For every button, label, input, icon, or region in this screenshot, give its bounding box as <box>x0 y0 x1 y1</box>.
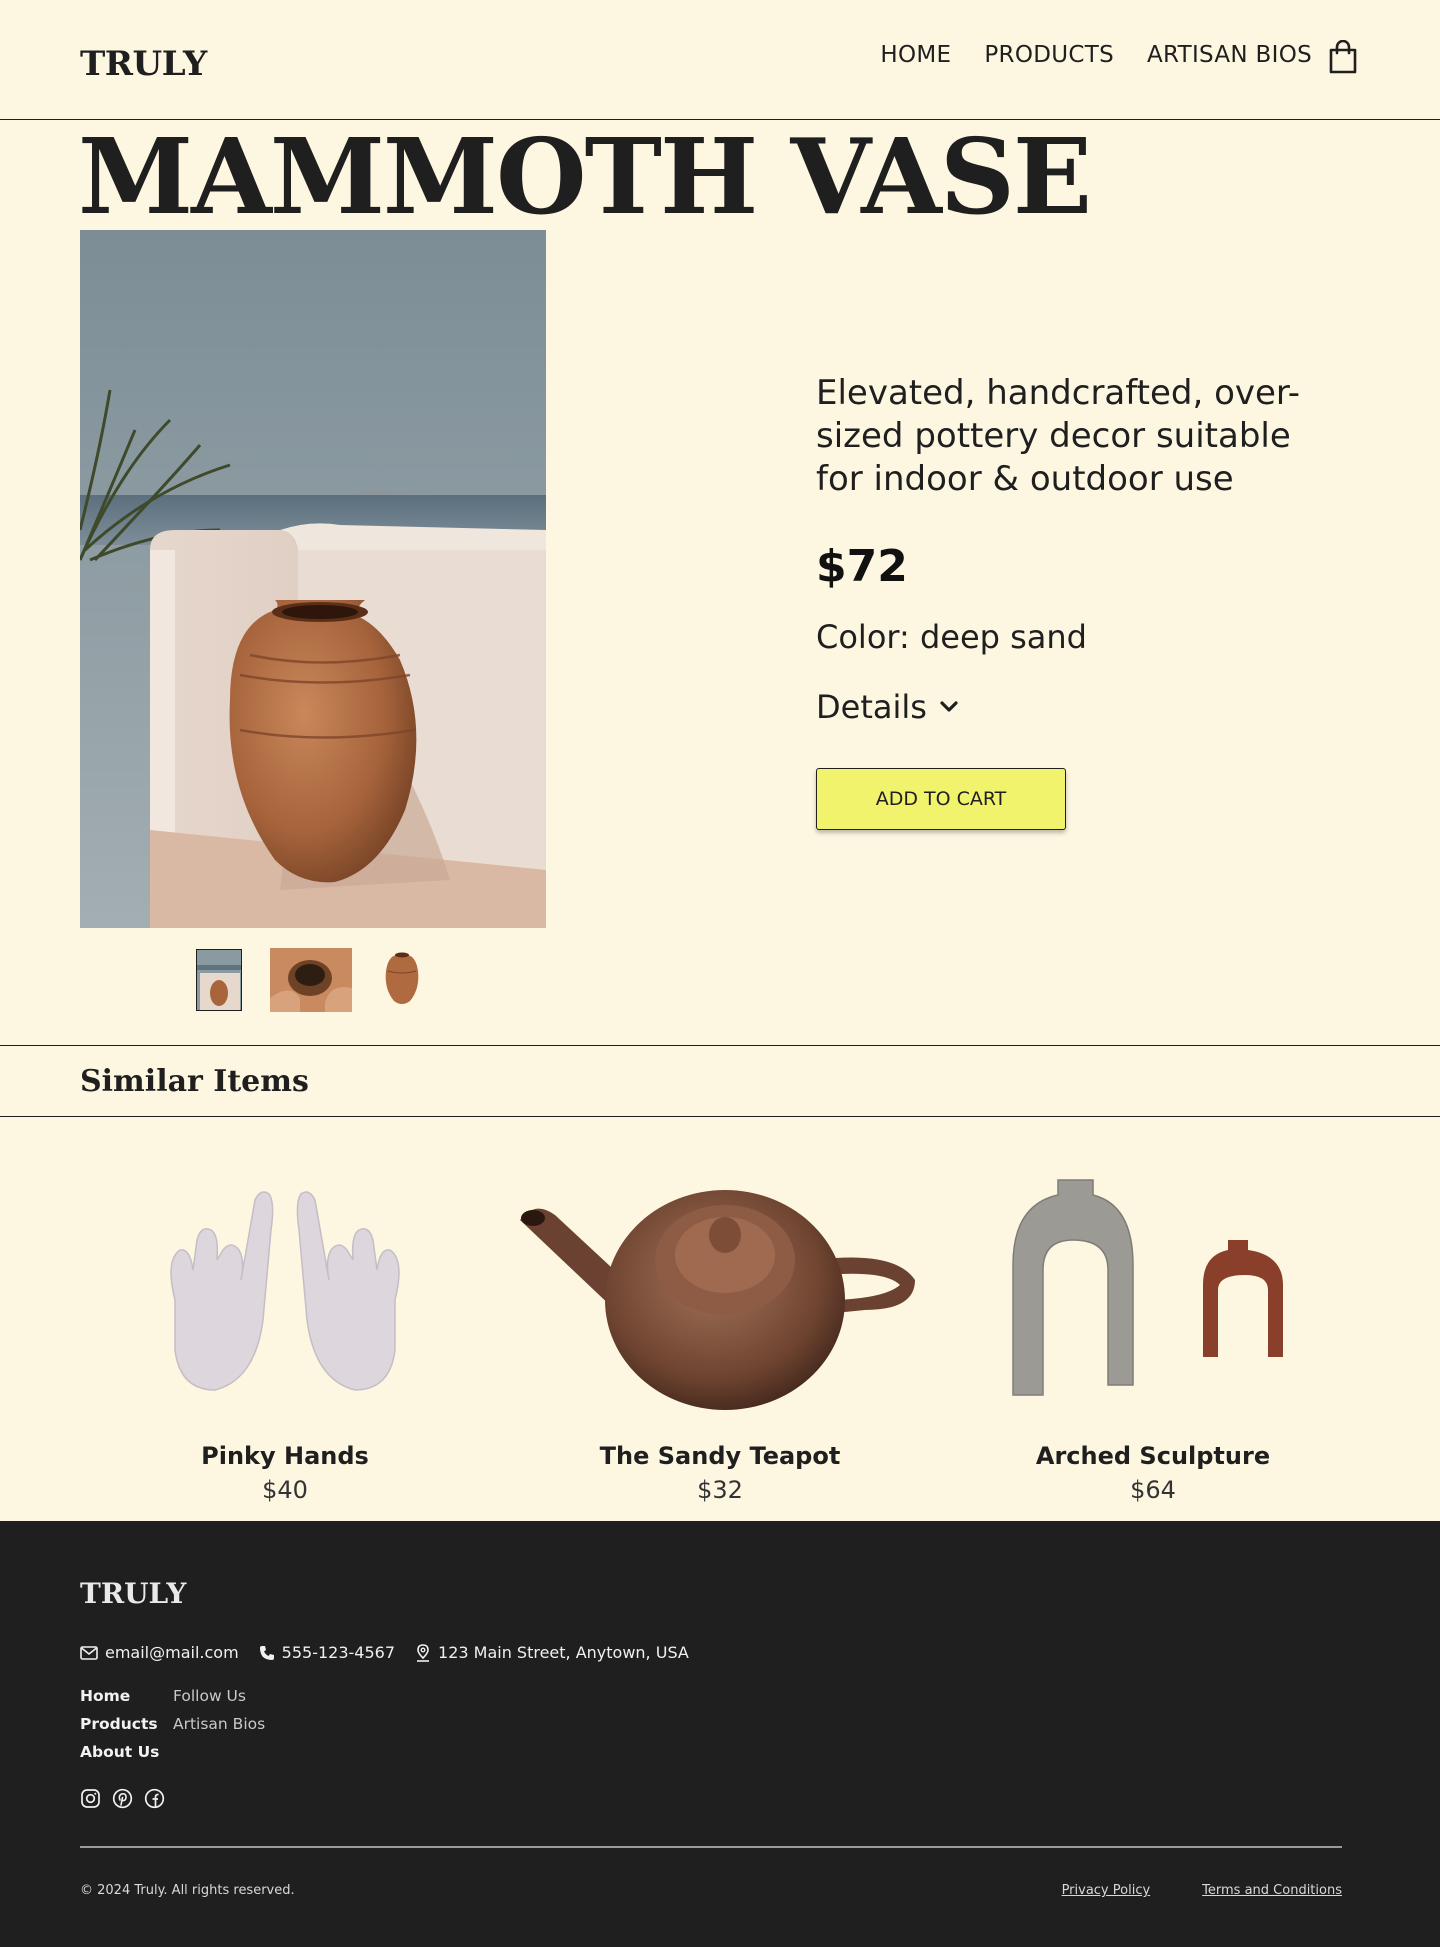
footer-link-about-us[interactable]: About Us <box>80 1743 173 1761</box>
email-text: email@mail.com <box>105 1643 239 1662</box>
nav-home[interactable]: HOME <box>880 42 951 68</box>
product-color: Color: deep sand <box>816 618 1087 656</box>
footer-logo[interactable]: TRULY <box>80 1577 186 1610</box>
similar-item-sandy-teapot[interactable]: The Sandy Teapot $32 <box>510 1160 930 1504</box>
thumbnail-vase-isolated[interactable] <box>380 949 424 1011</box>
pinterest-icon[interactable] <box>112 1788 133 1809</box>
thumbnail-strip <box>196 948 424 1012</box>
footer-link-artisan-bios[interactable]: Artisan Bios <box>173 1715 265 1733</box>
product-title: MAMMOTH VASE <box>78 115 1092 238</box>
address-text: 123 Main Street, Anytown, USA <box>438 1643 689 1662</box>
item-price: $40 <box>262 1476 308 1504</box>
instagram-icon[interactable] <box>80 1788 101 1809</box>
footer-links: Home Follow Us Products Artisan Bios Abo… <box>80 1687 265 1761</box>
item-name[interactable]: Pinky Hands <box>75 1442 495 1470</box>
similar-item-pinky-hands[interactable]: Pinky Hands $40 <box>75 1160 495 1504</box>
footer-link-products[interactable]: Products <box>80 1715 173 1733</box>
add-to-cart-button[interactable]: ADD TO CART <box>816 768 1066 830</box>
phone-icon <box>259 1645 274 1660</box>
pinky-hands-image <box>75 1160 495 1420</box>
footer-divider <box>80 1846 1342 1848</box>
facebook-icon[interactable] <box>144 1788 165 1809</box>
site-header: TRULY HOME PRODUCTS ARTISAN BIOS <box>0 0 1440 120</box>
main-nav: HOME PRODUCTS ARTISAN BIOS <box>880 42 1312 68</box>
product-price: $72 <box>816 541 908 592</box>
contact-phone[interactable]: 555-123-4567 <box>259 1643 395 1662</box>
item-price: $64 <box>1130 1476 1176 1504</box>
contact-email[interactable]: email@mail.com <box>80 1643 239 1662</box>
details-label: Details <box>816 688 927 726</box>
phone-text: 555-123-4567 <box>281 1643 396 1662</box>
product-info: Elevated, handcrafted, over-sized potter… <box>816 372 1316 830</box>
sandy-teapot-image <box>510 1160 930 1420</box>
item-price: $32 <box>697 1476 743 1504</box>
shopping-bag-icon[interactable] <box>1328 40 1358 74</box>
thumbnail-vase-corner[interactable] <box>196 949 242 1011</box>
chevron-down-icon <box>940 701 958 712</box>
thumbnail-artisan-hands[interactable] <box>270 948 352 1012</box>
nav-artisan-bios[interactable]: ARTISAN BIOS <box>1147 42 1312 68</box>
brand-logo[interactable]: TRULY <box>80 44 207 84</box>
footer-contacts: email@mail.com 555-123-4567 123 Main Str… <box>80 1643 689 1662</box>
similar-item-arched-sculpture[interactable]: Arched Sculpture $64 <box>943 1160 1363 1504</box>
copyright-text: © 2024 Truly. All rights reserved. <box>80 1883 295 1898</box>
product-tagline: Elevated, handcrafted, over-sized potter… <box>816 373 1301 499</box>
legal-links: Privacy Policy Terms and Conditions <box>1062 1883 1342 1898</box>
contact-address[interactable]: 123 Main Street, Anytown, USA <box>415 1643 689 1662</box>
product-main-image <box>80 230 546 928</box>
item-name[interactable]: Arched Sculpture <box>943 1442 1363 1470</box>
social-links <box>80 1788 165 1809</box>
mail-icon <box>80 1645 98 1660</box>
details-toggle[interactable]: Details <box>816 688 1316 726</box>
footer-link-follow-us[interactable]: Follow Us <box>173 1687 265 1705</box>
similar-items-title: Similar Items <box>80 1064 309 1099</box>
site-footer: TRULY email@mail.com 555-123-4567 123 Ma… <box>0 1521 1440 1947</box>
location-pin-icon <box>417 1643 430 1662</box>
nav-products[interactable]: PRODUCTS <box>984 42 1114 68</box>
similar-items-header: Similar Items <box>0 1045 1440 1117</box>
arched-sculpture-image <box>943 1160 1363 1420</box>
terms-link[interactable]: Terms and Conditions <box>1202 1883 1342 1898</box>
footer-link-home[interactable]: Home <box>80 1687 173 1705</box>
item-name[interactable]: The Sandy Teapot <box>510 1442 930 1470</box>
privacy-policy-link[interactable]: Privacy Policy <box>1062 1883 1151 1898</box>
